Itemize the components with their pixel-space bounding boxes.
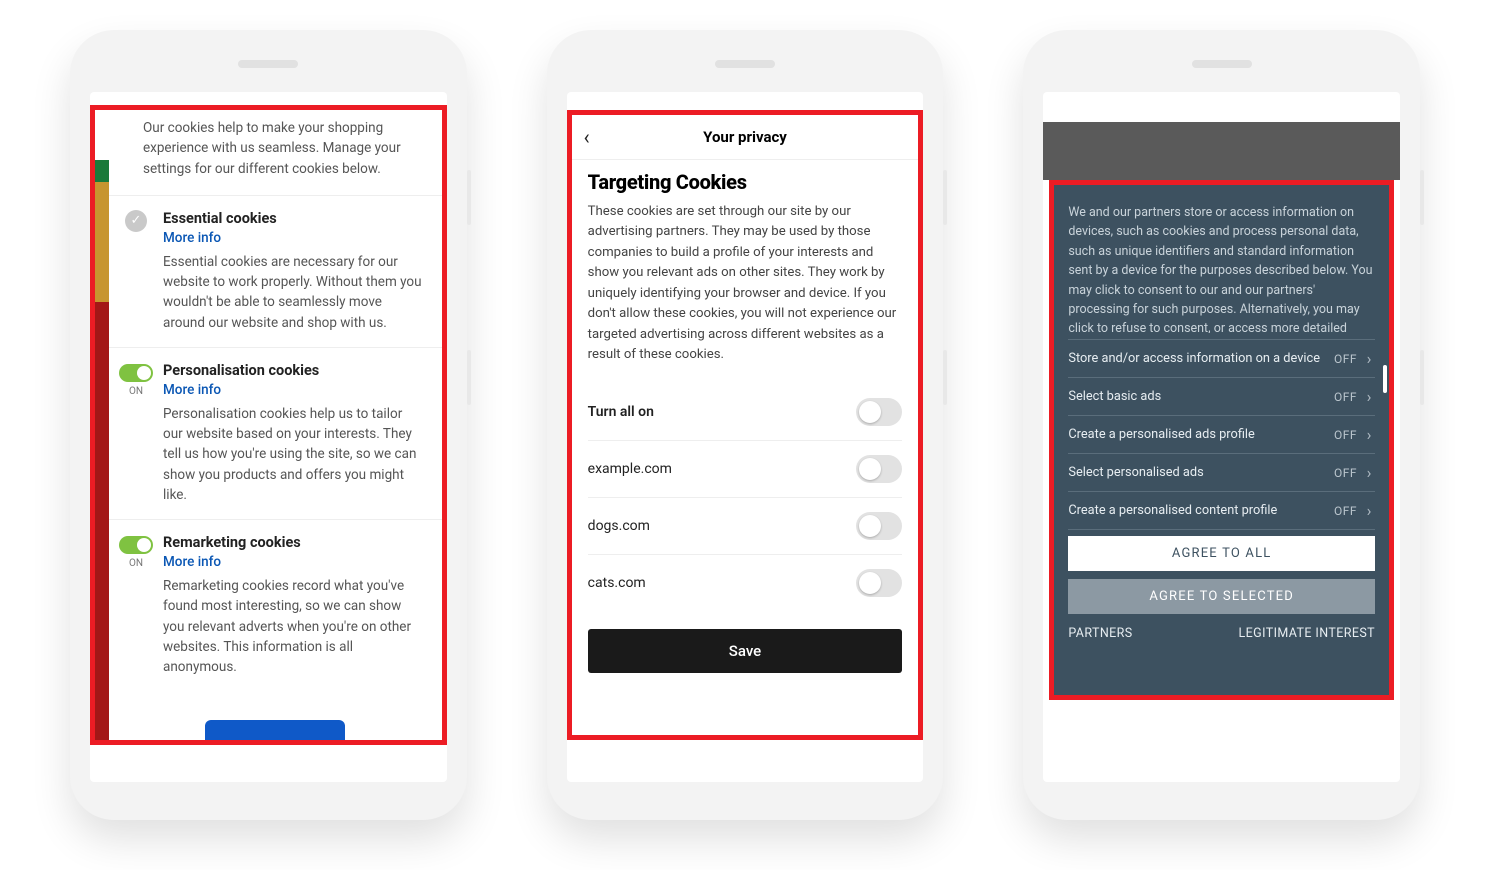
save-button[interactable]: Save: [588, 629, 903, 673]
toggle-row: dogs.com: [588, 498, 903, 555]
phone-screen: Our cookies help to make your shopping e…: [90, 92, 447, 782]
chevron-right-icon: ›: [1363, 425, 1375, 444]
more-info-link[interactable]: More info: [163, 230, 221, 246]
purpose-row[interactable]: Store and/or access information on a dev…: [1068, 339, 1375, 377]
purpose-label: Create a personalised content profile: [1068, 503, 1328, 518]
phone-mockup-1: Our cookies help to make your shopping e…: [70, 30, 467, 820]
cookie-settings-sheet: Our cookies help to make your shopping e…: [109, 110, 442, 740]
phone-screen: We and our partners store or access info…: [1043, 92, 1400, 782]
status-off: OFF: [1334, 428, 1357, 442]
side-button: [1420, 350, 1424, 405]
page-heading: Targeting Cookies: [588, 170, 903, 194]
section-desc: Remarketing cookies record what you've f…: [163, 576, 424, 677]
partners-link[interactable]: PARTNERS: [1068, 626, 1132, 641]
cookie-section-essential: ✓ Essential cookies More info Essential …: [109, 195, 442, 347]
background-bar: [1043, 122, 1400, 180]
chevron-right-icon: ›: [1363, 463, 1375, 482]
purpose-label: Select personalised ads: [1068, 465, 1328, 480]
more-info-link[interactable]: More info: [163, 382, 221, 398]
side-button: [467, 170, 471, 225]
highlight-box: ‹ Your privacy Targeting Cookies These c…: [567, 110, 924, 740]
cookie-section-personalisation: ON Personalisation cookies More info Per…: [109, 347, 442, 519]
phone-mockup-2: ‹ Your privacy Targeting Cookies These c…: [547, 30, 944, 820]
section-title: Personalisation cookies: [163, 362, 424, 379]
purpose-label: Store and/or access information on a dev…: [1068, 351, 1328, 366]
side-button: [1420, 170, 1424, 225]
chevron-right-icon: ›: [1363, 349, 1375, 368]
toggle-switch[interactable]: [856, 398, 902, 426]
consent-intro: We and our partners store or access info…: [1068, 203, 1375, 333]
footer-links: PARTNERS LEGITIMATE INTEREST: [1054, 622, 1389, 651]
row-label: Turn all on: [588, 404, 654, 420]
highlight-box: We and our partners store or access info…: [1049, 180, 1394, 700]
toggle-on-label: ON: [129, 558, 143, 569]
scrollbar-indicator[interactable]: [1383, 365, 1387, 393]
description-text: These cookies are set through our site b…: [588, 202, 903, 366]
phone-speaker: [715, 60, 775, 68]
cookie-section-remarketing: ON Remarketing cookies More info Remarke…: [109, 519, 442, 691]
status-off: OFF: [1334, 352, 1357, 366]
purpose-row[interactable]: Create a personalised content profile OF…: [1068, 491, 1375, 530]
toggle-switch[interactable]: [856, 455, 902, 483]
purpose-row[interactable]: Select personalised ads OFF ›: [1068, 453, 1375, 491]
purpose-row[interactable]: Create a personalised ads profile OFF ›: [1068, 415, 1375, 453]
side-button: [943, 170, 947, 225]
row-label: example.com: [588, 461, 672, 477]
save-button[interactable]: [205, 720, 345, 740]
toggle-row: cats.com: [588, 555, 903, 611]
header-bar: ‹ Your privacy: [572, 115, 919, 160]
chevron-right-icon: ›: [1363, 501, 1375, 520]
section-desc: Personalisation cookies help us to tailo…: [163, 404, 424, 505]
side-button: [467, 350, 471, 405]
toggle-switch[interactable]: [119, 364, 153, 382]
more-info-link[interactable]: More info: [163, 554, 221, 570]
side-button: [943, 350, 947, 405]
agree-all-button[interactable]: AGREE TO ALL: [1068, 536, 1375, 571]
phone-speaker: [238, 60, 298, 68]
section-desc: Essential cookies are necessary for our …: [163, 252, 424, 333]
purpose-row[interactable]: Select basic ads OFF ›: [1068, 377, 1375, 415]
toggle-row: example.com: [588, 441, 903, 498]
phone-screen: ‹ Your privacy Targeting Cookies These c…: [567, 92, 924, 782]
purpose-label: Create a personalised ads profile: [1068, 427, 1328, 442]
row-label: dogs.com: [588, 518, 650, 534]
chevron-right-icon: ›: [1363, 387, 1375, 406]
section-title: Remarketing cookies: [163, 534, 424, 551]
phone-mockup-3: We and our partners store or access info…: [1023, 30, 1420, 820]
legitimate-interest-link[interactable]: LEGITIMATE INTEREST: [1239, 626, 1375, 641]
toggle-switch[interactable]: [119, 536, 153, 554]
status-off: OFF: [1334, 466, 1357, 480]
row-label: cats.com: [588, 575, 646, 591]
toggle-switch[interactable]: [856, 512, 902, 540]
intro-text: Our cookies help to make your shopping e…: [109, 110, 442, 195]
header-title: Your privacy: [584, 128, 907, 146]
agree-selected-button[interactable]: AGREE TO SELECTED: [1068, 579, 1375, 614]
toggle-on-label: ON: [129, 386, 143, 397]
phone-speaker: [1192, 60, 1252, 68]
status-off: OFF: [1334, 390, 1357, 404]
toggle-switch[interactable]: [856, 569, 902, 597]
check-icon: ✓: [125, 210, 147, 232]
toggle-row-all: Turn all on: [588, 384, 903, 441]
section-title: Essential cookies: [163, 210, 424, 227]
highlight-box: Our cookies help to make your shopping e…: [90, 105, 447, 745]
status-off: OFF: [1334, 504, 1357, 518]
purpose-label: Select basic ads: [1068, 389, 1328, 404]
